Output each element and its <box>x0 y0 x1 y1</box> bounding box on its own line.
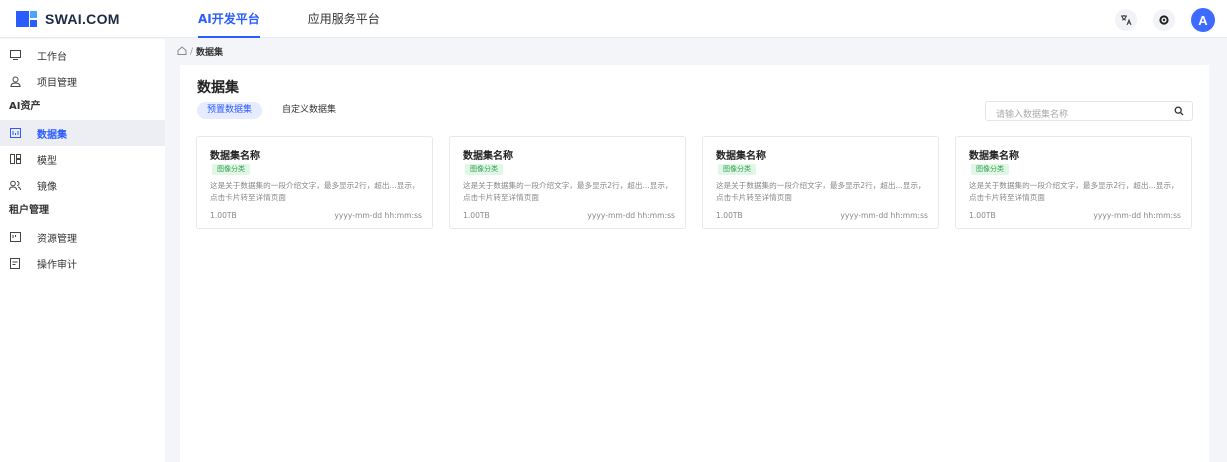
dataset-card[interactable]: 数据集名称 图像分类 这是关于数据集的一段介绍文字，最多显示2行，超出...显示… <box>196 136 433 229</box>
card-description: 这是关于数据集的一段介绍文字，最多显示2行，超出...显示，点击卡片转至详情页面 <box>969 181 1179 202</box>
sidebar-item-label: 项目管理 <box>37 77 77 89</box>
breadcrumb-separator: / <box>190 46 194 57</box>
card-title: 数据集名称 <box>716 151 766 162</box>
model-icon <box>9 153 21 165</box>
card-time: yyyy-mm-dd hh:mm:ss <box>1093 211 1181 220</box>
card-size: 1.00TB <box>463 211 490 220</box>
tab-ai-dev-platform[interactable]: AI开发平台 <box>198 0 260 38</box>
logo-text: SWAI.COM <box>45 11 120 27</box>
logo[interactable]: SWAI.COM <box>16 11 120 27</box>
tab-custom-datasets[interactable]: 自定义数据集 <box>272 102 346 119</box>
monitor-icon <box>9 49 21 61</box>
sidebar-group-ai-assets: AI资产 <box>9 101 41 112</box>
card-description: 这是关于数据集的一段介绍文字，最多显示2行，超出...显示，点击卡片转至详情页面 <box>463 181 673 202</box>
card-size: 1.00TB <box>716 211 743 220</box>
sidebar: 工作台 项目管理 AI资产 数据集 模型 镜像 租户管理 资源管理 操作审计 <box>0 39 165 462</box>
sidebar-item-label: 工作台 <box>37 51 67 63</box>
card-time: yyyy-mm-dd hh:mm:ss <box>587 211 675 220</box>
card-size: 1.00TB <box>210 211 237 220</box>
home-icon[interactable] <box>177 45 187 58</box>
translate-icon <box>1121 15 1132 26</box>
category-badge: 图像分类 <box>465 164 503 175</box>
avatar[interactable]: A <box>1191 8 1215 32</box>
card-footer: 1.00TB yyyy-mm-dd hh:mm:ss <box>969 211 1181 220</box>
dataset-card[interactable]: 数据集名称 图像分类 这是关于数据集的一段介绍文字，最多显示2行，超出...显示… <box>702 136 939 229</box>
translate-button[interactable] <box>1115 9 1137 31</box>
top-header: SWAI.COM AI开发平台 应用服务平台 A <box>0 0 1227 38</box>
breadcrumb: / 数据集 <box>177 45 223 58</box>
sidebar-item-audit[interactable]: 操作审计 <box>0 250 165 276</box>
card-description: 这是关于数据集的一段介绍文字，最多显示2行，超出...显示，点击卡片转至详情页面 <box>716 181 926 202</box>
search-icon[interactable] <box>1174 106 1184 116</box>
settings-button[interactable] <box>1153 9 1175 31</box>
card-title: 数据集名称 <box>463 151 513 162</box>
sidebar-item-label: 资源管理 <box>37 233 77 245</box>
sidebar-item-label: 模型 <box>37 155 57 167</box>
card-title: 数据集名称 <box>969 151 1019 162</box>
sidebar-item-label: 操作审计 <box>37 259 77 271</box>
dataset-type-tabs: 预置数据集 自定义数据集 <box>197 102 356 119</box>
card-footer: 1.00TB yyyy-mm-dd hh:mm:ss <box>463 211 675 220</box>
user-icon <box>9 75 21 87</box>
page-title: 数据集 <box>197 80 239 96</box>
dataset-card-list: 数据集名称 图像分类 这是关于数据集的一段介绍文字，最多显示2行，超出...显示… <box>196 136 1192 229</box>
card-footer: 1.00TB yyyy-mm-dd hh:mm:ss <box>210 211 422 220</box>
main-panel: 数据集 预置数据集 自定义数据集 数据集名称 图像分类 这是关于数据集的一段介绍… <box>180 65 1209 462</box>
search-box <box>985 101 1193 124</box>
dataset-card[interactable]: 数据集名称 图像分类 这是关于数据集的一段介绍文字，最多显示2行，超出...显示… <box>955 136 1192 229</box>
sidebar-item-dataset[interactable]: 数据集 <box>0 120 165 146</box>
category-badge: 图像分类 <box>971 164 1009 175</box>
sidebar-item-model[interactable]: 模型 <box>0 146 165 172</box>
dataset-icon <box>9 127 21 139</box>
sidebar-item-label: 数据集 <box>37 129 67 141</box>
breadcrumb-current: 数据集 <box>196 48 224 58</box>
card-description: 这是关于数据集的一段介绍文字，最多显示2行，超出...显示，点击卡片转至详情页面 <box>210 181 420 202</box>
card-time: yyyy-mm-dd hh:mm:ss <box>840 211 928 220</box>
card-footer: 1.00TB yyyy-mm-dd hh:mm:ss <box>716 211 928 220</box>
sidebar-group-tenant: 租户管理 <box>9 205 49 216</box>
sidebar-item-label: 镜像 <box>37 181 57 193</box>
header-actions: A <box>1099 8 1215 32</box>
audit-icon <box>9 257 21 269</box>
card-title: 数据集名称 <box>210 151 260 162</box>
card-time: yyyy-mm-dd hh:mm:ss <box>334 211 422 220</box>
category-badge: 图像分类 <box>718 164 756 175</box>
tab-app-service-platform[interactable]: 应用服务平台 <box>308 0 380 38</box>
dataset-card[interactable]: 数据集名称 图像分类 这是关于数据集的一段介绍文字，最多显示2行，超出...显示… <box>449 136 686 229</box>
logo-icon <box>16 11 37 27</box>
tab-preset-datasets[interactable]: 预置数据集 <box>197 102 263 119</box>
top-nav: AI开发平台 应用服务平台 <box>198 0 428 38</box>
search-input[interactable] <box>986 106 1166 124</box>
sidebar-item-resources[interactable]: 资源管理 <box>0 224 165 250</box>
resource-icon <box>9 231 21 243</box>
category-badge: 图像分类 <box>212 164 250 175</box>
image-mirror-icon <box>9 179 21 191</box>
sidebar-item-image-mirror[interactable]: 镜像 <box>0 172 165 198</box>
sidebar-item-workbench[interactable]: 工作台 <box>0 42 165 68</box>
card-size: 1.00TB <box>969 211 996 220</box>
gear-icon <box>1159 15 1169 25</box>
sidebar-item-projects[interactable]: 项目管理 <box>0 68 165 94</box>
